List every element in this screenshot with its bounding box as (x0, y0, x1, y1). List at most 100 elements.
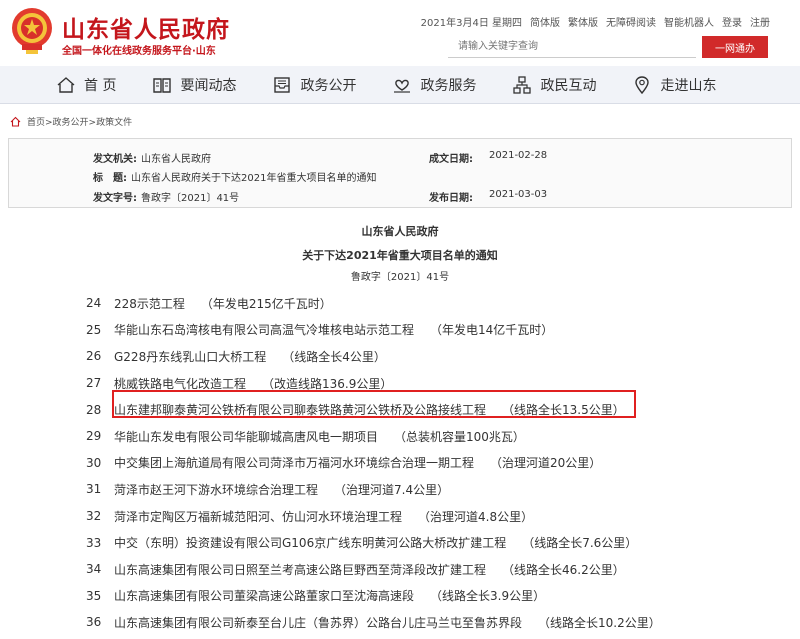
docno-value: 鲁政字〔2021〕41号 (141, 193, 240, 204)
item-detail: （年发电14亿千瓦时） (430, 323, 554, 338)
item-number: 30 (86, 455, 102, 470)
nav-home[interactable]: 首 页 (56, 66, 116, 103)
item-number: 28 (86, 402, 102, 417)
item-name: 山东高速集团有限公司日照至兰考高速公路巨野西至菏泽段改扩建工程 (114, 562, 487, 577)
item-detail: （治理河道7.4公里） (334, 482, 450, 497)
document-metadata: 发文机关: 山东省人民政府 成文日期: 2021-02-28 标 题: 山东省人… (8, 138, 792, 208)
site-title[interactable]: 山东省人民政府 (62, 10, 230, 44)
item-detail: （治理河道20公里） (490, 456, 602, 471)
doc-organization: 山东省人民政府 (361, 225, 439, 238)
item-name: 华能山东石岛湾核电有限公司高温气冷堆核电站示范工程 (114, 323, 415, 338)
item-name: 中交集团上海航道局有限公司菏泽市万福河水环境综合治理一期工程 (114, 456, 475, 471)
item-detail: （改造线路136.9公里） (262, 376, 393, 391)
list-item: 34 山东高速集团有限公司日照至兰考高速公路巨野西至菏泽段改扩建工程 （线路全长46… (86, 556, 766, 583)
list-item: 36 山东高速集团有限公司新泰至台儿庄（鲁苏界）公路台儿庄马兰屯至鲁苏界段 （线路全… (86, 609, 766, 636)
item-detail: （线路全长7.6公里） (522, 536, 638, 551)
list-item: 35 山东高速集团有限公司董梁高速公路董家口至沈海高速段 （线路全长3.9公里） (86, 583, 766, 610)
nav-services[interactable]: 政务服务 (392, 66, 476, 103)
search-input[interactable] (448, 36, 696, 58)
list-item-highlighted: 28 山东建邦聊泰黄河公铁桥有限公司聊泰铁路黄河公铁桥及公路接线工程 （线路全长13… (86, 396, 766, 423)
nav-label: 首 页 (84, 77, 117, 94)
list-item: 33 中交（东明）投资建设有限公司G106京广线东明黄河公路大桥改扩建工程 （线路全… (86, 529, 766, 556)
title-value: 山东省人民政府关于下达2021年省重大项目名单的通知 (131, 173, 377, 184)
item-detail: （年发电215亿千瓦时） (200, 296, 332, 311)
item-detail: （线路全长13.5公里） (502, 403, 625, 418)
item-number: 34 (86, 562, 102, 577)
date-label: 成文日期: (429, 154, 473, 165)
nav-label: 政务服务 (420, 77, 477, 94)
accessibility-link[interactable]: 无障碍阅读 (606, 14, 656, 29)
top-links: 2021年3月4日 星期四 简体版 繁体版 无障碍阅读 智能机器人 登录 注册 (421, 14, 770, 29)
item-name: 228示范工程 (114, 296, 185, 311)
doc-number: 鲁政字〔2021〕41号 (350, 272, 450, 283)
list-item: 30 中交集团上海航道局有限公司菏泽市万福河水环境综合治理一期工程 （治理河道20公… (86, 450, 766, 477)
breadcrumb: 首页>政务公开>政策文件 (10, 115, 132, 128)
nav-shandong[interactable]: 走进山东 (632, 66, 716, 103)
item-detail: （线路全长10.2公里） (538, 615, 661, 630)
list-item: 24 228示范工程 （年发电215亿千瓦时） (86, 290, 766, 317)
list-item: 25 华能山东石岛湾核电有限公司高温气冷堆核电站示范工程 （年发电14亿千瓦时） (86, 317, 766, 344)
robot-link[interactable]: 智能机器人 (664, 14, 714, 29)
item-name: 菏泽市赵王河下游水环境综合治理工程 (114, 482, 319, 497)
project-list: 24 228示范工程 （年发电215亿千瓦时） 25 华能山东石岛湾核电有限公司高温气… (86, 290, 766, 636)
title-label: 标 题: (93, 173, 127, 184)
login-link[interactable]: 登录 (722, 14, 742, 29)
item-number: 24 (86, 296, 102, 311)
one-stop-button[interactable]: 一网通办 (702, 36, 768, 58)
docno-label: 发文字号: (93, 193, 137, 204)
issuer-label: 发文机关: (93, 154, 137, 165)
list-item: 32 菏泽市定陶区万福新城范阳河、仿山河水环境治理工程 （治理河道4.8公里） (86, 503, 766, 530)
item-name: 山东高速集团有限公司新泰至台儿庄（鲁苏界）公路台儿庄马兰屯至鲁苏界段 (114, 615, 523, 630)
hand-heart-icon (394, 79, 411, 93)
pubdate-value: 2021-03-03 (489, 189, 548, 200)
item-number: 35 (86, 588, 102, 603)
simplified-link[interactable]: 简体版 (530, 14, 560, 29)
item-detail: （治理河道4.8公里） (418, 509, 534, 524)
item-number: 26 (86, 349, 102, 364)
nav-label: 政务公开 (300, 77, 357, 94)
register-link[interactable]: 注册 (750, 14, 770, 29)
current-date: 2021年3月4日 星期四 (420, 18, 522, 29)
meta-issuer: 发文机关: 山东省人民政府 (93, 150, 211, 165)
item-number: 25 (86, 322, 102, 337)
item-name: 桃威铁路电气化改造工程 (114, 376, 247, 391)
item-number: 27 (86, 376, 102, 391)
item-name: G228丹东线乳山口大桥工程 (114, 349, 267, 364)
nav-interaction[interactable]: 政民互动 (512, 66, 596, 103)
nav-label: 走进山东 (660, 77, 717, 94)
item-name: 山东建邦聊泰黄河公铁桥有限公司聊泰铁路黄河公铁桥及公路接线工程 (114, 403, 487, 418)
nav-label: 要闻动态 (180, 77, 237, 94)
traditional-link[interactable]: 繁体版 (568, 14, 598, 29)
item-detail: （总装机容量100兆瓦） (394, 429, 525, 444)
issuer-value: 山东省人民政府 (141, 154, 211, 165)
item-detail: （线路全长4公里） (282, 349, 386, 364)
item-number: 33 (86, 535, 102, 550)
meta-title: 标 题: 山东省人民政府关于下达2021年省重大项目名单的通知 (93, 169, 376, 184)
home-icon (10, 116, 21, 127)
location-icon (635, 75, 650, 94)
item-name: 华能山东发电有限公司华能聊城高唐风电一期项目 (114, 429, 379, 444)
list-item: 26 G228丹东线乳山口大桥工程 （线路全长4公里） (86, 343, 766, 370)
network-icon (513, 75, 532, 94)
book-icon (153, 77, 172, 93)
list-item: 27 桃威铁路电气化改造工程 （改造线路136.9公里） (86, 370, 766, 397)
item-number: 32 (86, 509, 102, 524)
pubdate-label: 发布日期: (429, 193, 473, 204)
item-detail: （线路全长46.2公里） (502, 562, 625, 577)
nav-news[interactable]: 要闻动态 (152, 66, 236, 103)
meta-pubdate: 发布日期: 2021-03-03 (429, 189, 547, 204)
list-item: 29 华能山东发电有限公司华能聊城高唐风电一期项目 （总装机容量100兆瓦） (86, 423, 766, 450)
item-detail: （线路全长3.9公里） (430, 589, 546, 604)
nav-label: 政民互动 (540, 77, 597, 94)
item-name: 菏泽市定陶区万福新城范阳河、仿山河水环境治理工程 (114, 509, 403, 524)
list-item: 31 菏泽市赵王河下游水环境综合治理工程 （治理河道7.4公里） (86, 476, 766, 503)
item-name: 中交（东明）投资建设有限公司G106京广线东明黄河公路大桥改扩建工程 (114, 536, 507, 551)
main-nav: 首 页 要闻动态 政务公开 政务服务 政民互动 走进山东 (0, 66, 800, 104)
site-header: 山东省人民政府 全国一体化在线政务服务平台·山东 2021年3月4日 星期四 简… (0, 0, 800, 66)
meta-docno: 发文字号: 鲁政字〔2021〕41号 (93, 189, 239, 204)
item-number: 29 (86, 429, 102, 444)
site-subtitle: 全国一体化在线政务服务平台·山东 (62, 46, 216, 57)
item-name: 山东高速集团有限公司董梁高速公路董家口至沈海高速段 (114, 589, 415, 604)
breadcrumb-text[interactable]: 首页>政务公开>政策文件 (27, 115, 132, 128)
nav-open-gov[interactable]: 政务公开 (272, 66, 356, 103)
